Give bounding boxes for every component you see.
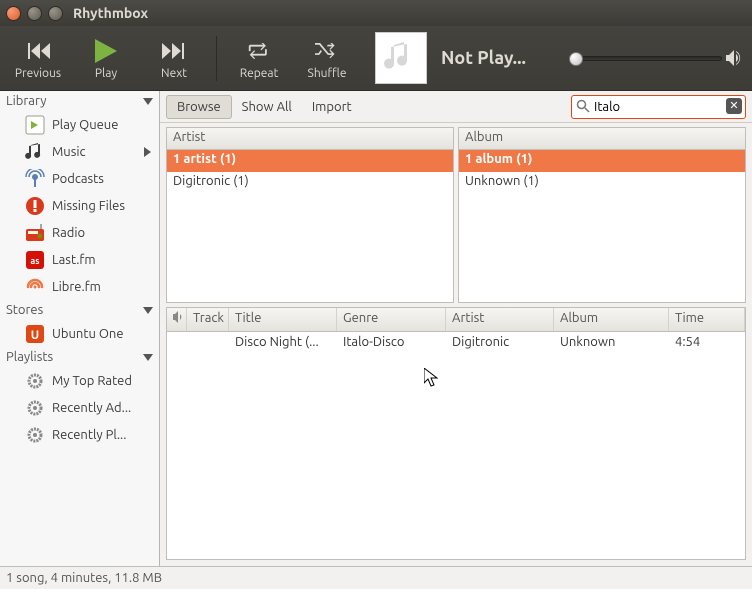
next-button[interactable]: Next [144,31,204,86]
ubuntuone-icon: U [24,323,46,345]
artist-row-all[interactable]: 1 artist (1) [167,150,453,172]
sidebar-item-missing-files[interactable]: Missing Files [0,192,159,219]
radio-icon [24,222,46,244]
svg-text:U: U [31,329,39,342]
previous-icon [26,37,50,65]
window-close-button[interactable] [6,6,21,21]
col-time[interactable]: Time [669,308,745,331]
collapse-icon [143,354,153,361]
album-pane: Album 1 album (1) Unknown (1) [458,127,746,303]
col-track[interactable]: Track [187,308,229,331]
gear-icon [24,397,46,419]
search-input[interactable] [571,95,746,119]
status-text: 1 song, 4 minutes, 11.8 MB [6,571,162,585]
sidebar-item-podcasts[interactable]: Podcasts [0,165,159,192]
sidebar: Library Play Queue Music Podcasts Missin… [0,91,160,566]
sidebar-item-music[interactable]: Music [0,138,159,165]
sidebar-item-recently-added[interactable]: Recently Ad... [0,394,159,421]
window-title: Rhythmbox [73,5,148,21]
clear-search-icon[interactable]: ✕ [726,98,742,114]
queue-icon [24,114,46,136]
album-row[interactable]: Unknown (1) [459,172,745,194]
sidebar-header-playlists[interactable]: Playlists [0,347,159,367]
repeat-icon [247,37,271,65]
librefm-icon [24,276,46,298]
next-icon [162,37,186,65]
search-icon [576,99,590,113]
album-art [375,32,427,84]
col-artist[interactable]: Artist [446,308,554,331]
music-icon [24,141,46,163]
previous-button[interactable]: Previous [8,31,68,86]
music-note-icon [384,41,418,75]
tab-import[interactable]: Import [302,96,362,118]
album-pane-header[interactable]: Album [459,128,745,150]
lastfm-icon: as [24,249,46,271]
col-audio[interactable] [167,308,187,331]
sidebar-header-stores[interactable]: Stores [0,300,159,320]
artist-pane: Artist 1 artist (1) Digitronic (1) [166,127,454,303]
shuffle-icon [315,37,339,65]
volume-icon[interactable] [726,50,744,66]
track-list-header: Track Title Genre Artist Album Time [167,308,745,332]
col-title[interactable]: Title [229,308,337,331]
sidebar-header-library[interactable]: Library [0,91,159,111]
collapse-icon [143,98,153,105]
track-list: Track Title Genre Artist Album Time Disc… [166,307,746,560]
main-toolbar: Previous Play Next Repeat Shuffle Not Pl… [0,26,752,91]
svg-text:as: as [30,256,39,266]
sidebar-item-lastfm[interactable]: as Last.fm [0,246,159,273]
sidebar-item-play-queue[interactable]: Play Queue [0,111,159,138]
error-icon [24,195,46,217]
browse-toolbar: Browse Show All Import ✕ [160,91,752,123]
gear-icon [24,370,46,392]
sidebar-item-librefm[interactable]: Libre.fm [0,273,159,300]
expand-icon [144,147,151,157]
content-area: Browse Show All Import ✕ Artist 1 artist… [160,91,752,566]
repeat-button[interactable]: Repeat [229,31,289,86]
gear-icon [24,424,46,446]
tab-browse[interactable]: Browse [166,95,232,119]
play-icon [95,37,117,65]
col-album[interactable]: Album [554,308,669,331]
shuffle-button[interactable]: Shuffle [297,31,357,86]
now-playing-label: Not Play... [441,48,541,68]
sidebar-item-recently-played[interactable]: Recently Pl... [0,421,159,448]
sidebar-item-ubuntu-one[interactable]: U Ubuntu One [0,320,159,347]
play-button[interactable]: Play [76,31,136,86]
track-row[interactable]: Disco Night (... Italo-Disco Digitronic … [167,332,745,356]
window-maximize-button[interactable] [48,6,63,21]
window-minimize-button[interactable] [27,6,42,21]
volume-slider[interactable] [572,56,722,61]
status-bar: 1 song, 4 minutes, 11.8 MB [0,566,752,589]
album-row-all[interactable]: 1 album (1) [459,150,745,172]
col-genre[interactable]: Genre [337,308,446,331]
sidebar-item-my-top-rated[interactable]: My Top Rated [0,367,159,394]
tab-show-all[interactable]: Show All [232,96,302,118]
artist-row[interactable]: Digitronic (1) [167,172,453,194]
collapse-icon [143,307,153,314]
podcast-icon [24,168,46,190]
artist-pane-header[interactable]: Artist [167,128,453,150]
volume-thumb[interactable] [569,52,583,66]
window-titlebar: Rhythmbox [0,0,752,26]
toolbar-separator [216,36,217,81]
sidebar-item-radio[interactable]: Radio [0,219,159,246]
